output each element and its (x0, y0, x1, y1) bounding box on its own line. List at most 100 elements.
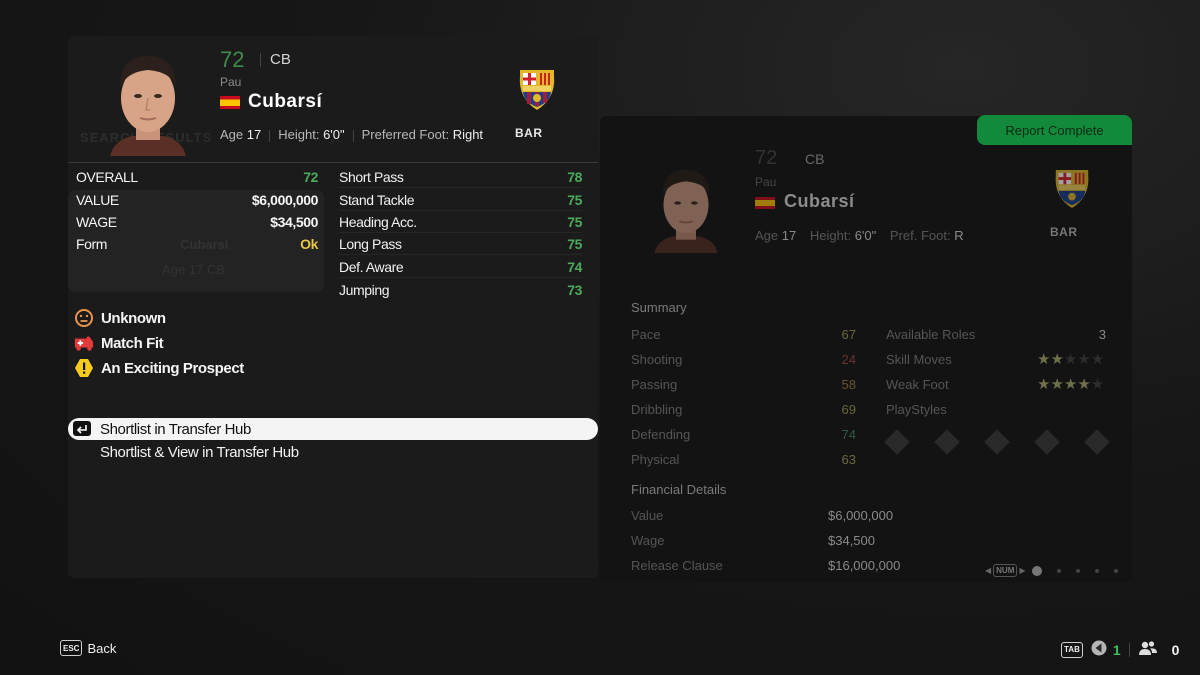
shortlist-and-view-button[interactable]: Shortlist & View in Transfer Hub (68, 441, 598, 463)
ambulance-icon (74, 333, 94, 353)
players-count: 0 (1171, 641, 1180, 658)
report-position: CB (805, 151, 825, 167)
num-key-icon: NUM (993, 564, 1018, 577)
stat-label: Long Pass (339, 235, 402, 252)
scouts-count: 1 (1112, 641, 1121, 658)
stat-row: Short Pass 78 (339, 166, 582, 188)
report-pager[interactable]: ◀ NUM ▶ (985, 564, 1118, 577)
summary-value: 67 (841, 327, 856, 342)
back-label: Back (87, 640, 117, 656)
player-position: CB (270, 51, 291, 68)
star-filled-icon: ★ (1050, 376, 1064, 393)
pager-dot[interactable] (1094, 568, 1099, 573)
player-portrait (100, 48, 196, 156)
height-label: Height: (278, 127, 320, 142)
overview-label: OVERALL (76, 169, 138, 185)
stat-value: 75 (567, 235, 582, 252)
status-label: An Exciting Prospect (101, 359, 244, 377)
stat-value: 75 (567, 213, 582, 230)
star-filled-icon: ★ (1037, 376, 1051, 393)
scout-icon (1091, 640, 1107, 659)
esc-key-icon: ESC (60, 640, 83, 656)
pager-dot[interactable] (1075, 568, 1080, 573)
financial-value: $6,000,000 (828, 508, 894, 523)
stat-value: 74 (567, 258, 582, 275)
summary-title: Summary (631, 300, 687, 315)
tab-key-icon[interactable]: TAB (1061, 641, 1083, 658)
overview-value: $6,000,000 (251, 192, 318, 208)
stat-value: 78 (567, 168, 582, 185)
players-icon (1138, 640, 1158, 659)
pager-dot[interactable] (1031, 565, 1042, 576)
financial-value: $16,000,000 (828, 558, 901, 573)
report-club-abbreviation: BAR (1050, 225, 1078, 239)
overview-value: $34,500 (270, 214, 318, 230)
overview-row-value: VALUE $6,000,000 (76, 189, 318, 211)
stat-label: Def. Aware (339, 258, 404, 275)
overview-label: Form (76, 236, 108, 252)
player-rating: 72 (220, 47, 245, 72)
stat-label: Stand Tackle (339, 191, 415, 208)
foot-value: Right (452, 127, 484, 142)
club-abbreviation: BAR (515, 126, 543, 140)
summary-label: Defending (631, 427, 691, 442)
stat-row: Def. Aware 74 (339, 256, 582, 278)
report-foot-label: Pref. Foot: (889, 228, 951, 243)
action-label: Shortlist in Transfer Hub (100, 420, 251, 438)
overview-row-form: Form Ok (76, 233, 318, 255)
financial-label: Release Clause (631, 558, 723, 573)
financial-title: Financial Details (631, 482, 727, 497)
overview-value: Ok (300, 236, 318, 252)
skill-moves-label: Skill Moves (886, 352, 952, 367)
header-separator (260, 53, 261, 67)
report-height-label: Height: (809, 228, 852, 243)
spain-flag-icon (220, 96, 240, 109)
foot-label: Preferred Foot: (361, 127, 450, 142)
player-first-name: Pau (220, 75, 242, 89)
height-value: 6'0" (323, 127, 345, 142)
overview-label: VALUE (76, 192, 119, 208)
pager-dot[interactable] (1056, 568, 1061, 573)
overview-row-wage: WAGE $34,500 (76, 211, 318, 233)
star-empty-icon: ★ (1090, 376, 1105, 393)
star-filled-icon: ★ (1063, 376, 1078, 393)
status-potential: An Exciting Prospect (74, 357, 244, 379)
status-fitness: Match Fit (74, 332, 164, 354)
age-value: 17 (246, 127, 262, 142)
pager-dot[interactable] (1113, 568, 1118, 573)
shortlist-in-transfer-hub-button[interactable]: Shortlist in Transfer Hub (68, 418, 598, 440)
stat-row: Jumping 73 (339, 279, 582, 301)
neutral-face-icon (74, 308, 94, 328)
report-rating: 72 (755, 147, 778, 169)
summary-label: Dribbling (631, 402, 683, 417)
summary-value: 58 (841, 377, 856, 392)
summary-value: 24 (841, 352, 856, 367)
summary-value: 63 (841, 452, 856, 467)
overview-value: 72 (303, 169, 318, 185)
report-player-portrait (646, 160, 726, 256)
status-label: Unknown (101, 309, 166, 327)
player-last-name: Cubarsí (248, 91, 323, 112)
report-foot-value: R (954, 228, 964, 243)
stat-label: Short Pass (339, 168, 404, 185)
fc-barcelona-crest-icon (516, 68, 558, 117)
warning-hexagon-icon (74, 358, 94, 378)
available-roles-value: 3 (1098, 327, 1106, 342)
enter-key-icon (73, 421, 91, 436)
status-label: Match Fit (101, 334, 164, 352)
pager-left-icon[interactable]: ◀ (985, 566, 991, 575)
weak-foot-stars: ★★★★★ (1037, 375, 1104, 393)
report-last-name: Cubarsí (784, 191, 855, 211)
report-spain-flag-icon (755, 197, 775, 209)
action-label: Shortlist & View in Transfer Hub (100, 443, 299, 461)
footer-divider (1128, 642, 1130, 657)
summary-value: 74 (841, 427, 856, 442)
report-age-label: Age (755, 228, 779, 243)
summary-label: Physical (631, 452, 680, 467)
header-divider (68, 162, 598, 163)
report-player-meta: Age 17 Height: 6'0" Pref. Foot: R (755, 228, 964, 243)
summary-value: 69 (841, 402, 856, 417)
summary-label: Pace (631, 327, 661, 342)
status-morale: Unknown (74, 307, 166, 329)
back-button[interactable]: ESC Back (60, 640, 116, 656)
